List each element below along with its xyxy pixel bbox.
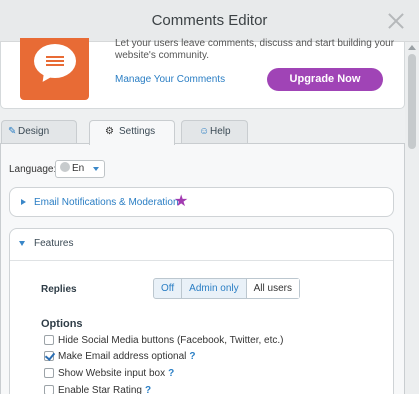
option-label: Make Email address optional — [58, 351, 187, 362]
replies-off-option[interactable]: Off — [154, 279, 183, 298]
title-bar: Comments Editor — [0, 0, 419, 42]
user-icon: ☺ — [199, 126, 210, 137]
collapse-arrow-icon[interactable] — [19, 241, 25, 246]
tab-settings[interactable]: ⚙ Settings — [89, 120, 175, 145]
speech-bubble-icon — [34, 44, 76, 78]
help-icon[interactable]: ? — [145, 385, 151, 394]
option-label: Hide Social Media buttons (Facebook, Twi… — [58, 335, 284, 346]
globe-icon — [60, 162, 70, 172]
email-section-title[interactable]: Email Notifications & Moderation — [34, 197, 179, 208]
language-select[interactable]: En — [55, 160, 105, 178]
premium-star-icon: ★ — [174, 193, 189, 210]
section-divider — [10, 260, 393, 261]
app-description: Let your users leave comments, discuss a… — [115, 38, 395, 61]
option-label: Show Website input box — [58, 368, 166, 379]
help-icon[interactable]: ? — [168, 368, 174, 379]
help-icon[interactable]: ? — [189, 351, 195, 362]
manage-comments-link[interactable]: Manage Your Comments — [115, 74, 225, 85]
email-optional-checkbox[interactable] — [44, 351, 54, 361]
scrollbar[interactable] — [405, 42, 419, 394]
show-website-checkbox[interactable] — [44, 368, 54, 378]
hide-social-checkbox[interactable] — [44, 335, 54, 345]
options-title: Options — [41, 318, 83, 330]
replies-all-users-option[interactable]: All users — [246, 279, 299, 298]
option-label: Enable Star Rating — [58, 385, 142, 394]
features-section-title[interactable]: Features — [34, 238, 73, 249]
window-title: Comments Editor — [151, 12, 268, 29]
language-label: Language: — [9, 164, 57, 175]
close-icon[interactable] — [388, 13, 404, 29]
replies-segmented-control[interactable]: Off Admin only All users — [153, 278, 300, 299]
star-rating-checkbox[interactable] — [44, 385, 54, 394]
expand-arrow-icon — [21, 199, 26, 205]
features-section: Features Replies Off Admin only All user… — [9, 228, 394, 394]
language-value: En — [72, 163, 85, 174]
scroll-up-icon[interactable] — [408, 45, 416, 50]
brush-icon: ✎ — [8, 126, 17, 137]
replies-label: Replies — [41, 284, 77, 295]
gear-icon: ⚙ — [105, 126, 114, 137]
app-header: Let your users leave comments, discuss a… — [0, 38, 405, 109]
upgrade-button[interactable]: Upgrade Now — [267, 68, 383, 91]
scrollbar-thumb[interactable] — [408, 54, 416, 149]
comments-app-icon — [20, 38, 89, 100]
replies-admin-option[interactable]: Admin only — [182, 279, 247, 298]
email-notifications-section[interactable]: Email Notifications & Moderation ★ — [9, 187, 394, 217]
chevron-down-icon — [93, 167, 99, 171]
tab-design-label: Design — [18, 126, 50, 137]
tab-design[interactable]: ✎ Design — [1, 120, 77, 144]
tab-help[interactable]: ☺ Help — [181, 120, 248, 144]
